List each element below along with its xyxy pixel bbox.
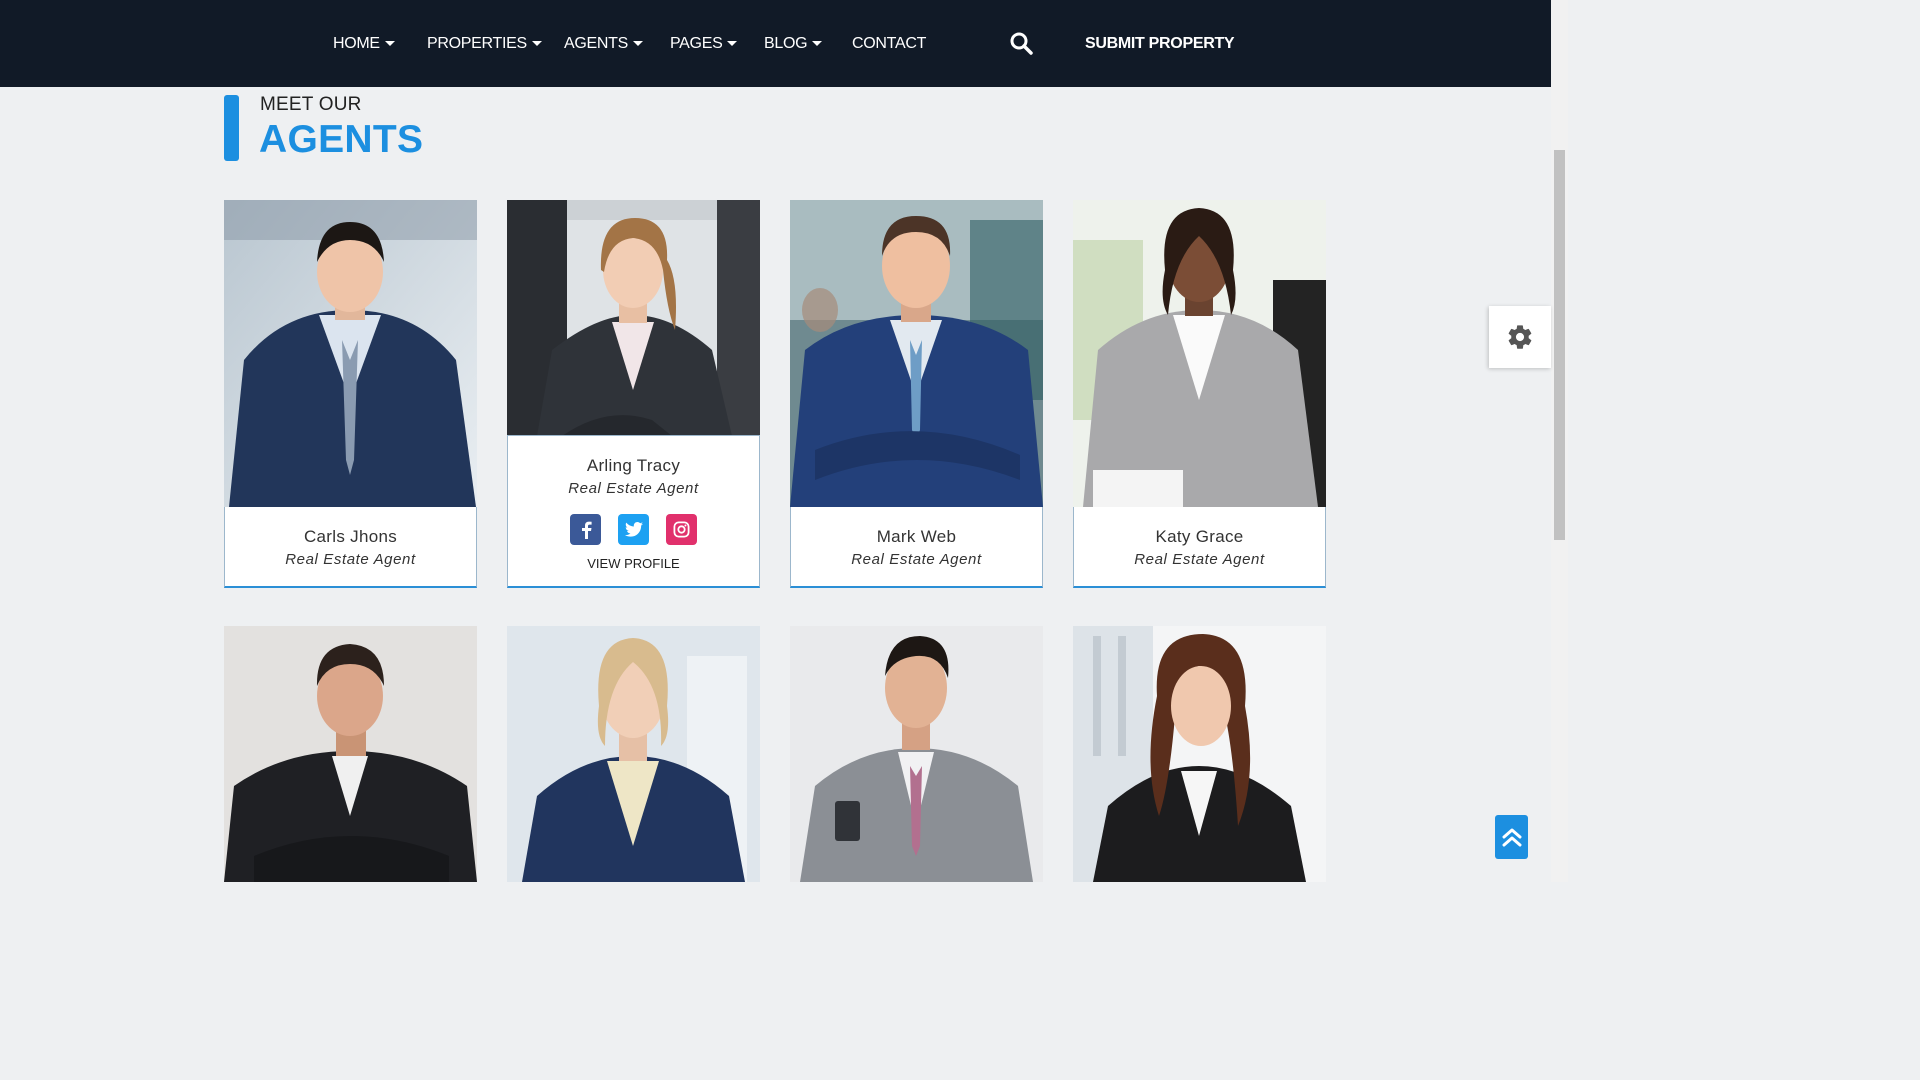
submit-property-link[interactable]: SUBMIT PROPERTY bbox=[1085, 0, 1235, 87]
agent-info: Carls Jhons Real Estate Agent bbox=[224, 507, 477, 588]
caret-down-icon bbox=[727, 41, 738, 47]
agent-info: Arling Tracy Real Estate Agent VIEW PROF… bbox=[507, 435, 760, 588]
nav-pages-label: PAGES bbox=[670, 35, 723, 52]
agent-name: Carls Jhons bbox=[303, 527, 398, 546]
nav-contact-label: CONTACT bbox=[852, 35, 927, 52]
caret-down-icon bbox=[812, 41, 823, 47]
top-navbar: HOME PROPERTIES AGENTS PAGES BLOG CONTAC… bbox=[0, 0, 1551, 87]
agent-photo bbox=[507, 626, 760, 882]
nav-blog[interactable]: BLOG bbox=[764, 0, 823, 87]
caret-down-icon bbox=[384, 41, 395, 47]
settings-panel-toggle[interactable] bbox=[1489, 306, 1551, 368]
section-title: AGENTS bbox=[259, 118, 424, 161]
nav-properties-label: PROPERTIES bbox=[427, 35, 527, 52]
nav-contact[interactable]: CONTACT bbox=[852, 0, 926, 87]
agent-name: Mark Web bbox=[876, 527, 957, 546]
caret-down-icon bbox=[531, 41, 542, 47]
nav-pages[interactable]: PAGES bbox=[670, 0, 738, 87]
nav-agents[interactable]: AGENTS bbox=[564, 0, 643, 87]
page-scrollbar[interactable] bbox=[1551, 0, 1568, 882]
instagram-icon[interactable] bbox=[666, 514, 697, 545]
agent-name: Katy Grace bbox=[1155, 527, 1244, 546]
agent-photo bbox=[790, 626, 1043, 882]
caret-down-icon bbox=[633, 41, 643, 47]
nav-agents-label: AGENTS bbox=[564, 35, 628, 52]
nav-properties[interactable]: PROPERTIES bbox=[427, 0, 542, 87]
scroll-to-top-button[interactable] bbox=[1495, 815, 1528, 859]
agent-role: Real Estate Agent bbox=[851, 551, 982, 568]
social-links bbox=[508, 514, 759, 545]
agent-role: Real Estate Agent bbox=[285, 551, 416, 568]
agent-info: Mark Web Real Estate Agent bbox=[790, 507, 1043, 588]
section-subtitle: MEET OUR bbox=[260, 94, 362, 115]
agent-name: Arling Tracy bbox=[586, 456, 681, 475]
heading-accent-bar bbox=[224, 95, 239, 161]
scrollbar-thumb[interactable] bbox=[1554, 150, 1565, 540]
agent-role: Real Estate Agent bbox=[1134, 551, 1265, 568]
nav-blog-label: BLOG bbox=[764, 35, 808, 52]
search-icon[interactable] bbox=[1009, 31, 1033, 55]
agent-role: Real Estate Agent bbox=[568, 480, 699, 497]
nav-home[interactable]: HOME bbox=[333, 0, 395, 87]
view-profile-link[interactable]: VIEW PROFILE bbox=[508, 556, 759, 571]
agent-photo bbox=[790, 200, 1043, 507]
facebook-icon[interactable] bbox=[570, 514, 601, 545]
nav-home-label: HOME bbox=[333, 35, 380, 52]
double-chevron-up-icon bbox=[1502, 828, 1521, 847]
agent-photo bbox=[1073, 626, 1326, 882]
agent-photo bbox=[507, 200, 760, 436]
agent-photo bbox=[224, 626, 477, 882]
agent-photo bbox=[1073, 200, 1326, 507]
agent-photo bbox=[224, 200, 477, 507]
twitter-icon[interactable] bbox=[618, 514, 649, 545]
gear-icon bbox=[1508, 325, 1532, 349]
agent-info: Katy Grace Real Estate Agent bbox=[1073, 507, 1326, 588]
